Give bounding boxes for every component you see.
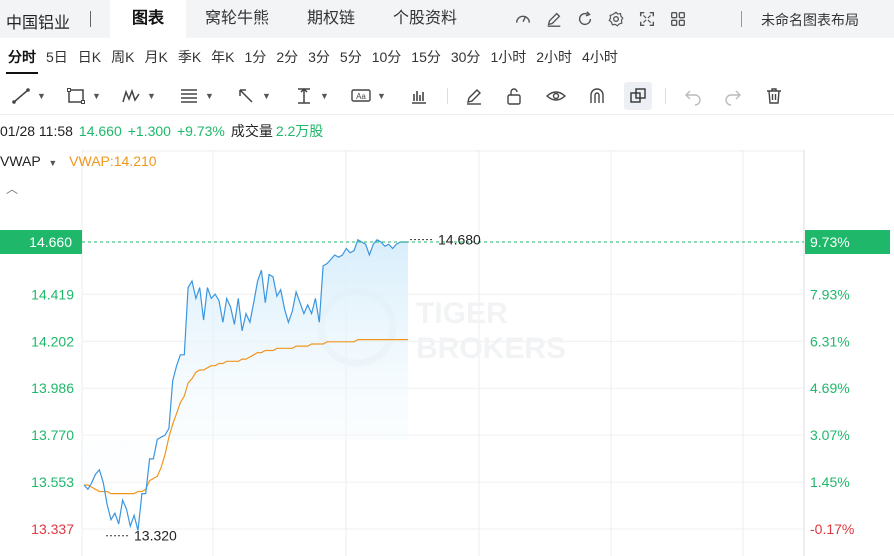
- speedometer-icon[interactable]: [510, 6, 536, 32]
- quote-change-pct: +9.73%: [176, 123, 225, 139]
- delete-icon[interactable]: [763, 78, 785, 114]
- watermark-text: BROKERS: [416, 332, 566, 365]
- layout-name[interactable]: 未命名图表布局: [761, 10, 859, 30]
- collapse-icon[interactable]: ︿: [6, 180, 18, 197]
- y-tick-left: 13.553: [31, 474, 74, 490]
- arrow-tool-icon[interactable]: ▼: [235, 78, 271, 114]
- measure-tool-icon[interactable]: ▼: [293, 78, 329, 114]
- quote-datetime: 01/28 11:58: [0, 123, 73, 139]
- period-tab[interactable]: 30分: [449, 38, 483, 76]
- fullscreen-icon[interactable]: [634, 6, 660, 32]
- dropdown-caret[interactable]: ▼: [92, 91, 101, 101]
- period-tab[interactable]: 1分: [243, 38, 269, 76]
- period-tab[interactable]: 年K: [209, 38, 236, 76]
- period-tab[interactable]: 月K: [142, 38, 169, 76]
- quote-price: 14.660: [78, 123, 122, 139]
- dropdown-caret[interactable]: ▼: [377, 91, 386, 101]
- tab-chart[interactable]: 图表: [110, 0, 187, 38]
- period-tab[interactable]: 3分: [306, 38, 332, 76]
- indicator-line: VWAP ▼ VWAP:14.210: [0, 153, 157, 169]
- lock-icon[interactable]: [503, 78, 525, 114]
- quote-line: 01/28 11:58 14.660 +1.300 +9.73% 成交量 2.2万股: [0, 121, 329, 141]
- period-tab[interactable]: 2分: [274, 38, 300, 76]
- stock-name: 中国铝业: [6, 15, 71, 32]
- redo-icon[interactable]: [722, 78, 744, 114]
- y-tick-left: 14.419: [31, 286, 74, 302]
- y-tick-right: -0.17%: [810, 521, 854, 537]
- undo-icon[interactable]: [682, 78, 704, 114]
- period-tab[interactable]: 日K: [76, 38, 103, 76]
- fib-tool-icon[interactable]: ▼: [178, 78, 214, 114]
- rectangle-tool-icon[interactable]: ▼: [65, 78, 101, 114]
- period-tab[interactable]: 季K: [176, 38, 203, 76]
- dropdown-caret[interactable]: ▼: [205, 91, 214, 101]
- tab-options-chain[interactable]: 期权链: [288, 0, 374, 38]
- header-icons: [510, 6, 696, 32]
- y-tick-left: 14.660: [29, 234, 72, 250]
- drawing-toolbar: ▼ ▼ ▼ ▼ ▼ ▼ Aa ▼: [0, 78, 894, 114]
- period-tab[interactable]: 2小时: [534, 38, 574, 76]
- volume-label: 成交量: [230, 123, 273, 139]
- period-tabs: 分时 5日 日K 周K 月K 季K 年K 1分 2分 3分 5分 10分 15分 30分 1小时 2小时 4小时: [0, 38, 620, 76]
- edit-icon[interactable]: [541, 6, 567, 32]
- y-tick-right: 4.69%: [810, 380, 850, 396]
- y-tick-left: 14.202: [31, 333, 74, 349]
- dropdown-caret[interactable]: ▼: [262, 91, 271, 101]
- period-tab[interactable]: 周K: [109, 38, 136, 76]
- period-tab[interactable]: 1小时: [488, 38, 528, 76]
- grid-icon[interactable]: [665, 6, 691, 32]
- period-tab[interactable]: 10分: [370, 38, 404, 76]
- period-tab[interactable]: 15分: [409, 38, 443, 76]
- divider: [665, 88, 666, 104]
- eye-icon[interactable]: [545, 78, 567, 114]
- y-tick-left: 13.986: [31, 380, 74, 396]
- copy-icon[interactable]: [624, 82, 652, 110]
- magnet-icon[interactable]: [586, 78, 608, 114]
- period-tab[interactable]: 5分: [338, 38, 364, 76]
- y-tick-right: 7.93%: [810, 286, 850, 302]
- text-tool-icon[interactable]: Aa ▼: [350, 78, 386, 114]
- y-tick-right: 9.73%: [810, 234, 850, 250]
- high-label: 14.680: [438, 232, 481, 248]
- dropdown-caret[interactable]: ▼: [147, 91, 156, 101]
- watermark-text: TIGER: [416, 297, 508, 330]
- top-bar: 中国铝业 图表 窝轮牛熊 期权链 个股资料 未命名图表布局: [0, 0, 894, 38]
- brush-icon[interactable]: [463, 78, 485, 114]
- period-tab[interactable]: 5日: [44, 38, 70, 76]
- tab-warrants[interactable]: 窝轮牛熊: [186, 0, 288, 38]
- svg-text:Aa: Aa: [356, 92, 366, 101]
- refresh-icon[interactable]: [572, 6, 598, 32]
- indicator-name[interactable]: VWAP: [0, 153, 40, 169]
- divider: [741, 11, 742, 27]
- divider: [0, 114, 894, 115]
- y-tick-left: 13.337: [31, 521, 74, 537]
- low-label: 13.320: [134, 528, 177, 544]
- divider: [447, 88, 448, 104]
- pattern-tool-icon[interactable]: ▼: [120, 78, 156, 114]
- y-tick-right: 6.31%: [810, 333, 850, 349]
- period-tab[interactable]: 分时: [6, 38, 38, 76]
- caret-down-icon[interactable]: ▼: [48, 158, 57, 168]
- y-tick-right: 3.07%: [810, 427, 850, 443]
- top-tabs: 图表 窝轮牛熊 期权链 个股资料: [110, 0, 476, 38]
- indicator-icon[interactable]: [408, 78, 430, 114]
- volume-value: 2.2万股: [275, 123, 324, 139]
- line-tool-icon[interactable]: ▼: [10, 78, 46, 114]
- y-tick-left: 13.770: [31, 427, 74, 443]
- quote-change: +1.300: [127, 123, 171, 139]
- y-tick-right: 1.45%: [810, 474, 850, 490]
- indicator-value: VWAP:14.210: [69, 153, 157, 169]
- price-area: [84, 239, 408, 531]
- dropdown-caret[interactable]: ▼: [320, 91, 329, 101]
- divider: [90, 11, 91, 27]
- dropdown-caret[interactable]: ▼: [37, 91, 46, 101]
- tab-company-profile[interactable]: 个股资料: [374, 0, 476, 38]
- settings-icon[interactable]: [603, 6, 629, 32]
- period-tab[interactable]: 4小时: [580, 38, 620, 76]
